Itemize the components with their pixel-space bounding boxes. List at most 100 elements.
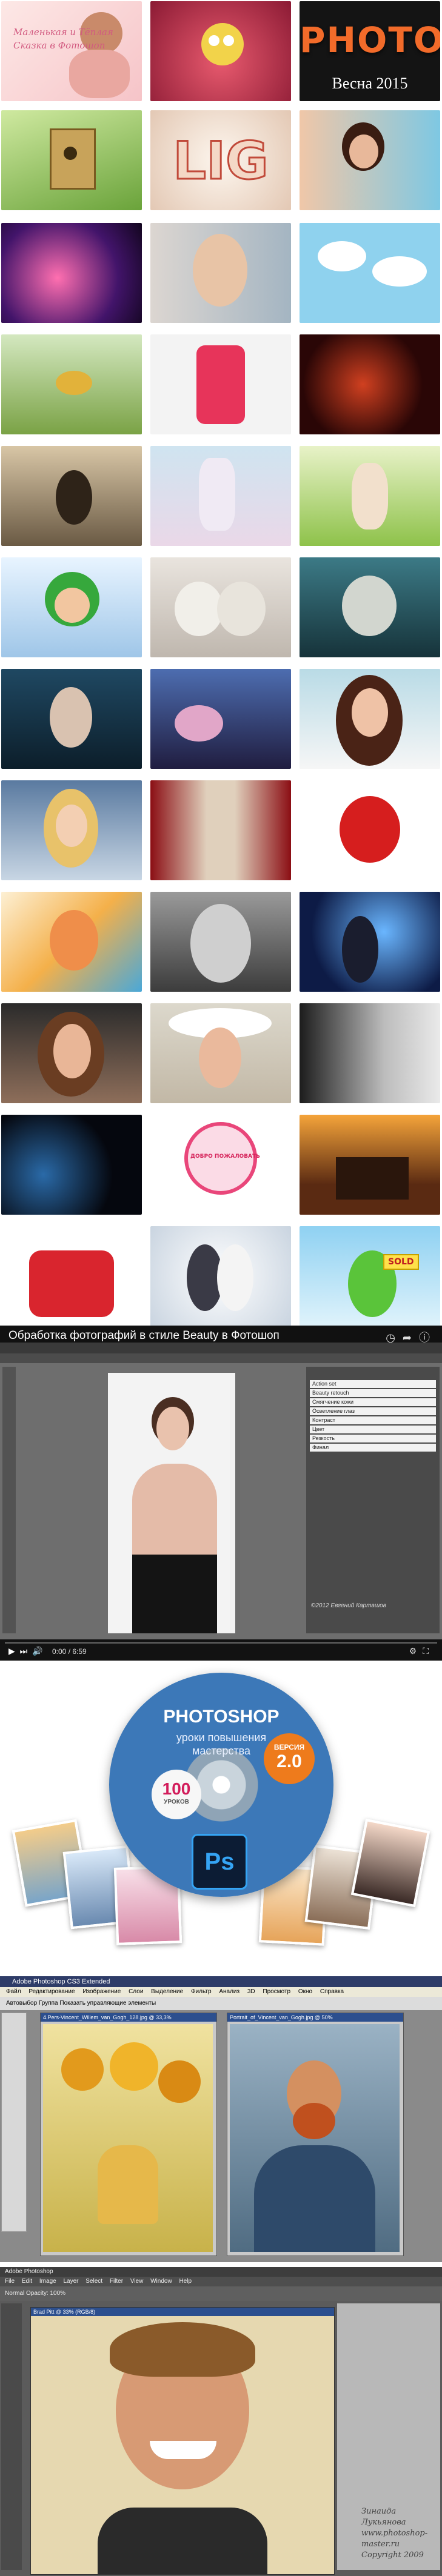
info-icon[interactable]: ⓘ <box>419 1332 437 1344</box>
face-figure <box>156 1407 189 1450</box>
face-figure <box>193 234 247 307</box>
gallery-tile[interactable] <box>1 557 142 657</box>
gallery-tile[interactable] <box>150 446 291 546</box>
gallery-tile[interactable] <box>300 669 440 769</box>
gallery-tile[interactable] <box>300 1115 440 1215</box>
tile-caption: Маленькая и Тёплая Сказка в Фотошоп <box>13 27 113 51</box>
bag-figure <box>29 1250 114 1317</box>
gallery-tile[interactable] <box>150 669 291 769</box>
menu-bar[interactable]: File Edit Image Layer Select Filter View… <box>0 2277 442 2286</box>
gallery-tile[interactable] <box>1 446 142 546</box>
options-bar[interactable]: Автовыбор Группа Показать управляющие эл… <box>0 1997 442 2010</box>
document-window[interactable]: Portrait_of_Vincent_van_Gogh.jpg @ 50% <box>227 2013 404 2256</box>
gallery-tile[interactable] <box>300 446 440 546</box>
gallery-tile[interactable]: Маленькая и Тёплая Сказка в Фотошоп <box>1 1 142 101</box>
photoshop-window: Adobe Photoshop File Edit Image Layer Se… <box>0 2267 442 2576</box>
gallery-tile[interactable]: SOLD <box>300 1226 440 1326</box>
options-bar[interactable]: Normal Opacity: 100% <box>0 2286 442 2301</box>
lessons-label: УРОКОВ <box>164 1799 189 1805</box>
video-controls: ▶ ⏭ 🔊 0:00 / 6:59 ⚙⛶ <box>0 1639 442 1661</box>
gallery-tile[interactable] <box>300 557 440 657</box>
sunflower-figure <box>61 2048 104 2091</box>
dress-figure <box>69 50 130 98</box>
gallery-tile[interactable] <box>1 1003 142 1103</box>
gallery-tile[interactable] <box>150 334 291 434</box>
face-figure <box>190 904 251 983</box>
volume-icon[interactable]: 🔊 <box>32 1646 42 1656</box>
video-right-buttons: ⚙⛶ <box>409 1646 435 1656</box>
shirt-figure <box>98 2508 267 2574</box>
gallery-tile[interactable] <box>150 1226 291 1326</box>
panel-row: Action set <box>310 1380 436 1388</box>
fullscreen-icon[interactable]: ⛶ <box>423 1646 435 1656</box>
share-icon[interactable]: ➦ <box>403 1332 419 1344</box>
gallery-tile[interactable] <box>1 669 142 769</box>
tools-panel[interactable] <box>1 2303 22 2570</box>
photoshop-window: Adobe Photoshop CS3 Extended Файл Редакт… <box>0 1976 442 2262</box>
gallery-tile[interactable] <box>300 1003 440 1103</box>
gallery-tile[interactable] <box>300 110 440 210</box>
tile-title: PHOTO <box>300 19 440 61</box>
jar-figure <box>196 345 245 424</box>
gallery-tile[interactable] <box>150 892 291 992</box>
version-number: 2.0 <box>276 1751 302 1771</box>
castle-figure <box>336 1157 409 1200</box>
creature-figure <box>56 371 92 395</box>
promo-banner: PHOTOSHOP уроки повышения мастерства ВЕР… <box>0 1661 442 1976</box>
gallery-tile[interactable]: PHOTO Весна 2015 <box>300 1 440 101</box>
face-figure <box>50 687 92 748</box>
gallery-tile[interactable] <box>1 892 142 992</box>
video-frame: Action set Beauty retouch Смягчение кожи… <box>0 1343 442 1639</box>
tile-caption: Весна 2015 <box>332 75 408 92</box>
document-window[interactable]: Brad Pitt @ 33% (RGB/8) <box>30 2307 335 2575</box>
menu-bar[interactable]: Файл Редактирование Изображение Слои Выд… <box>0 1987 442 1997</box>
face-figure <box>349 134 378 168</box>
panel-row: Beauty retouch <box>310 1389 436 1397</box>
face-figure <box>50 910 98 971</box>
gallery-tile[interactable] <box>300 334 440 434</box>
gallery-tile[interactable] <box>1 110 142 210</box>
tools-panel[interactable] <box>1 2013 27 2232</box>
gallery-tile[interactable] <box>150 557 291 657</box>
tile-title: LIG <box>172 130 269 193</box>
face-figure <box>55 588 90 623</box>
gallery-tile[interactable] <box>300 892 440 992</box>
watermark: ©2012 Евгений Карташов <box>311 1602 386 1609</box>
gallery-tile[interactable]: ДОБРО ПОЖАЛОВАТЬ <box>150 1115 291 1215</box>
lessons-badge: 100 УРОКОВ <box>152 1770 201 1819</box>
version-badge: ВЕРСИЯ 2.0 <box>264 1733 315 1784</box>
gallery-tile[interactable] <box>150 1003 291 1103</box>
face-figure <box>56 805 87 847</box>
gallery-tile[interactable] <box>300 223 440 323</box>
gallery-tile[interactable] <box>1 1115 142 1215</box>
gallery-tile[interactable] <box>1 223 142 323</box>
baby-figure <box>352 463 388 529</box>
play-icon[interactable]: ▶ <box>8 1646 15 1656</box>
smile-figure <box>150 2441 216 2459</box>
girl-figure <box>199 458 235 531</box>
document-window[interactable]: 4.Pers-Vincent_Willem_van_Gogh_128.jpg @… <box>40 2013 217 2256</box>
badge-text: ДОБРО ПОЖАЛОВАТЬ <box>190 1154 261 1160</box>
gallery-tile[interactable] <box>150 780 291 880</box>
hole-figure <box>64 147 77 160</box>
gallery-tile[interactable] <box>1 780 142 880</box>
face-figure <box>199 1027 241 1088</box>
heart-figure <box>217 582 266 636</box>
video-buttons: ▶ ⏭ 🔊 <box>8 1646 42 1656</box>
apple-figure <box>340 796 400 863</box>
gallery-tile[interactable] <box>1 1226 142 1326</box>
gallery-tile[interactable] <box>150 1 291 101</box>
gallery-tile[interactable] <box>300 780 440 880</box>
cloud-icon <box>318 241 366 271</box>
girl-figure <box>342 916 378 983</box>
clock-icon[interactable]: ◷ <box>386 1332 403 1344</box>
settings-icon[interactable]: ⚙ <box>409 1646 423 1656</box>
gallery-tile[interactable] <box>150 223 291 323</box>
next-icon[interactable]: ⏭ <box>20 1646 28 1656</box>
video-player[interactable]: Обработка фотографий в стиле Beauty в Фо… <box>0 1326 442 1661</box>
coat-figure <box>254 2145 375 2252</box>
gallery-tile[interactable] <box>1 334 142 434</box>
video-progress[interactable] <box>5 1642 437 1644</box>
dress-figure <box>132 1555 217 1633</box>
gallery-tile[interactable]: LIG <box>150 110 291 210</box>
